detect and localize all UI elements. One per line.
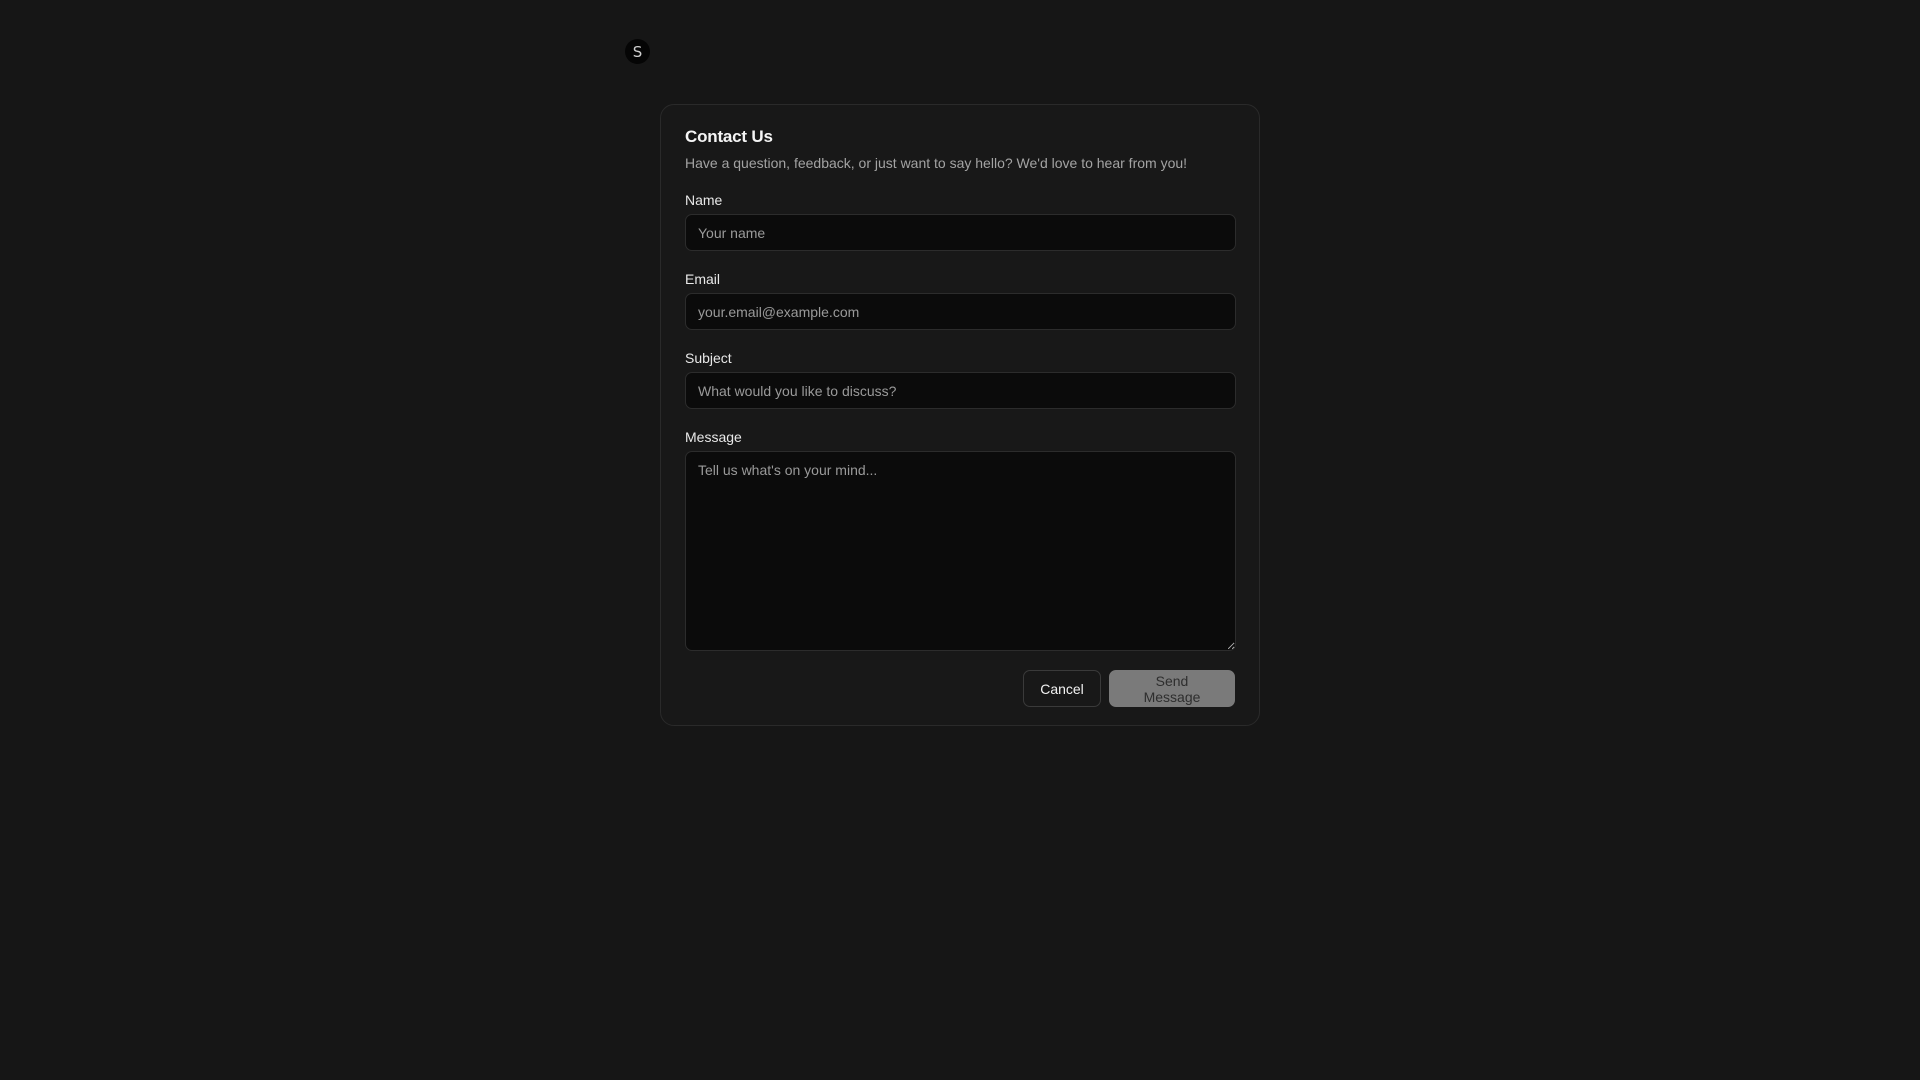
app-logo[interactable]: S: [625, 39, 650, 64]
email-label: Email: [685, 271, 721, 287]
form-subtitle: Have a question, feedback, or just want …: [685, 155, 1188, 171]
contact-form-card: Contact Us Have a question, feedback, or…: [660, 104, 1260, 726]
cancel-button[interactable]: Cancel: [1023, 670, 1101, 707]
subject-field-group: Subject: [685, 350, 1236, 409]
send-message-button[interactable]: Send Message: [1109, 670, 1235, 707]
email-input[interactable]: [685, 293, 1236, 330]
email-field-group: Email: [685, 271, 1236, 330]
name-label: Name: [685, 192, 723, 208]
name-input[interactable]: [685, 214, 1236, 251]
form-title: Contact Us: [685, 127, 773, 146]
message-textarea[interactable]: [685, 451, 1236, 651]
logo-letter: S: [632, 42, 643, 61]
message-field-group: Message: [685, 429, 1236, 656]
subject-input[interactable]: [685, 372, 1236, 409]
form-actions: Cancel Send Message: [685, 670, 1235, 707]
message-label: Message: [685, 429, 742, 445]
subject-label: Subject: [685, 350, 732, 366]
name-field-group: Name: [685, 192, 1236, 251]
